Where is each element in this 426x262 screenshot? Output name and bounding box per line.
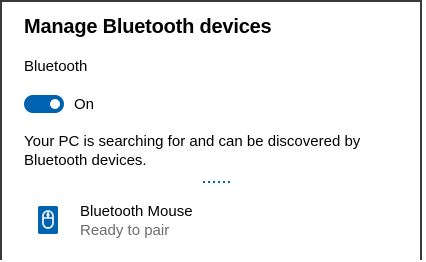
toggle-knob: [50, 99, 60, 109]
progress-dot: [218, 181, 220, 183]
discovery-status-text: Your PC is searching for and can be disc…: [24, 133, 361, 169]
bluetooth-toggle[interactable]: [24, 95, 64, 113]
toggle-state-label: On: [74, 95, 95, 113]
device-name: Bluetooth Mouse: [80, 203, 193, 220]
searching-progress-indicator: [203, 181, 230, 183]
page-title: Manage Bluetooth devices: [24, 16, 272, 38]
bluetooth-label: Bluetooth: [24, 58, 88, 75]
progress-dot: [203, 181, 205, 183]
progress-dot: [228, 181, 230, 183]
device-status: Ready to pair: [80, 222, 170, 239]
progress-dot: [223, 181, 225, 183]
bluetooth-settings-panel: Manage Bluetooth devices Bluetooth On Yo…: [0, 0, 422, 260]
mouse-icon: [38, 206, 58, 234]
device-item-bluetooth-mouse[interactable]: Bluetooth Mouse Ready to pair: [24, 202, 404, 250]
bluetooth-toggle-row: On: [24, 94, 94, 114]
progress-dot: [208, 181, 210, 183]
device-text: Bluetooth Mouse Ready to pair: [80, 202, 193, 240]
progress-dot: [213, 181, 215, 183]
